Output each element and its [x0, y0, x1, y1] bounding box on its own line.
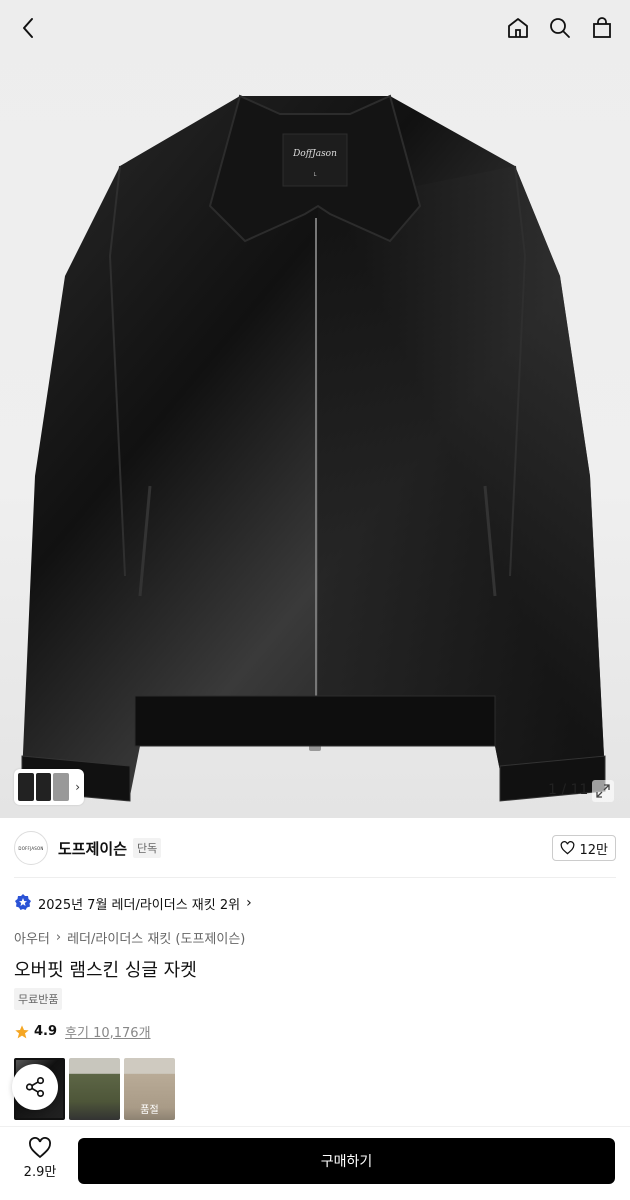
gallery-mini-thumb — [35, 773, 52, 801]
buy-button[interactable]: 구매하기 — [78, 1138, 615, 1184]
chevron-right-icon: › — [75, 780, 81, 794]
collar-label-size: L — [314, 172, 317, 178]
image-counter: 1 / 11 — [548, 782, 589, 798]
rating-value: 4.9 — [34, 1024, 58, 1039]
favorite-button[interactable]: 2.9만 — [14, 1137, 66, 1180]
bottom-action-bar: 2.9만 구매하기 — [0, 1126, 630, 1200]
chevron-right-icon: › — [55, 930, 62, 945]
brand-logo[interactable]: DOFFJASON — [14, 831, 48, 865]
heart-icon — [29, 1137, 51, 1159]
breadcrumb: 아우터 › 레더/라이더스 재킷 (도프제이슨) — [14, 928, 245, 947]
ranking-text: 2025년 7월 레더/라이더스 재킷 2위 — [38, 897, 241, 913]
exclusive-badge: 단독 — [133, 838, 162, 858]
gallery-mini-thumb — [53, 773, 70, 801]
share-button[interactable] — [12, 1064, 58, 1110]
home-icon[interactable] — [504, 14, 532, 42]
product-title: 오버핏 램스킨 싱글 자켓 — [14, 960, 197, 981]
brand-like-button[interactable]: 12만 — [552, 835, 616, 861]
heart-icon — [561, 841, 575, 855]
variant-soldout-label: 품절 — [140, 1105, 159, 1116]
variant-khaki[interactable] — [69, 1058, 120, 1120]
variant-beige[interactable]: 품절 — [124, 1058, 175, 1120]
favorite-count: 2.9만 — [23, 1165, 57, 1180]
free-return-tag: 무료반품 — [14, 988, 63, 1010]
top-navigation-bar — [0, 0, 630, 56]
gallery-thumbnail-strip[interactable]: › — [14, 769, 84, 805]
brand-like-count: 12만 — [579, 842, 608, 858]
rank-medal-icon — [15, 894, 31, 910]
share-icon — [25, 1077, 45, 1097]
back-icon[interactable] — [14, 14, 42, 42]
expand-icon[interactable] — [592, 780, 614, 802]
review-link[interactable]: 후기 10,176개 — [65, 1022, 151, 1041]
chevron-right-icon: › — [246, 895, 252, 911]
collar-label-brand: DoffJason — [292, 149, 337, 159]
breadcrumb-level1[interactable]: 아우터 — [14, 928, 50, 947]
star-icon — [15, 1024, 29, 1038]
gallery-mini-thumb — [18, 773, 34, 801]
divider — [14, 877, 616, 878]
brand-row: DOFFJASON 도프제이슨 단독 12만 — [14, 828, 616, 868]
brand-name[interactable]: 도프제이슨 — [58, 838, 127, 859]
product-image-gallery[interactable]: DoffJason L › 1 / 11 — [0, 0, 630, 818]
breadcrumb-level2[interactable]: 레더/라이더스 재킷 (도프제이슨) — [67, 928, 245, 947]
jacket-image: DoffJason L — [21, 94, 606, 802]
search-icon[interactable] — [546, 14, 574, 42]
shopping-bag-icon[interactable] — [588, 14, 616, 42]
ranking-row[interactable]: 2025년 7월 레더/라이더스 재킷 2위 › — [14, 893, 252, 913]
rating-row[interactable]: 4.9 후기 10,176개 — [14, 1022, 151, 1041]
